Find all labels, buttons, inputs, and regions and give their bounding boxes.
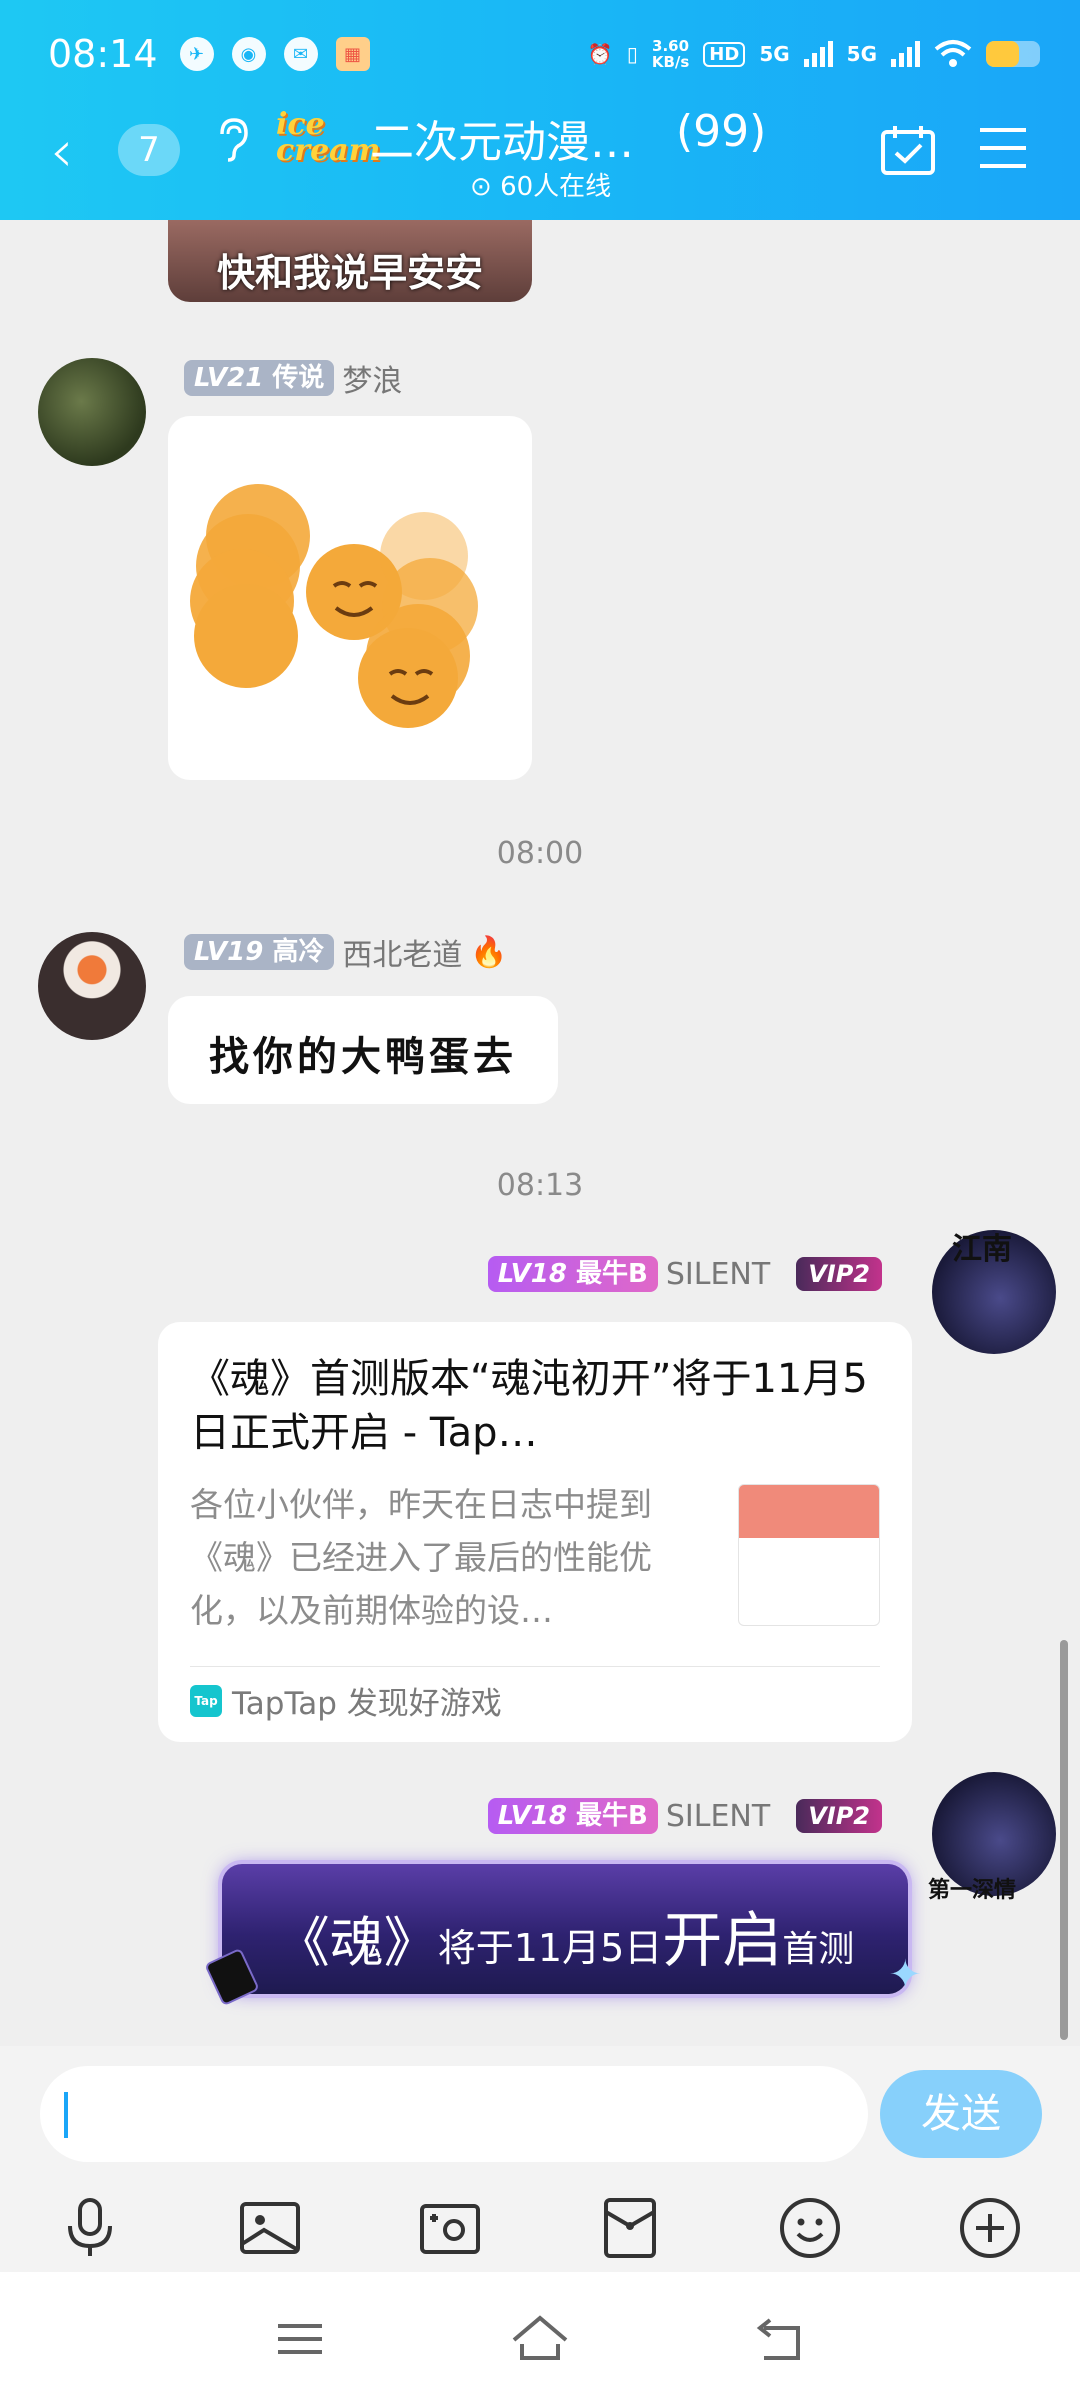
message-input[interactable] xyxy=(40,2066,868,2162)
card-title: 《魂》首测版本“魂沌初开”将于11月5日正式开启 - Tap… xyxy=(190,1356,868,1456)
card-source: Tap TapTap 发现好游戏 xyxy=(190,1678,502,1723)
app-icon: ▦ xyxy=(335,37,370,71)
input-bar: 发送 xyxy=(0,2046,1080,2272)
banner-text: 《魂》将于11月5日开启首测 xyxy=(275,1906,855,1976)
level-badge: LV21 传说 xyxy=(184,360,335,396)
link-card-message[interactable]: 《魂》首测版本“魂沌初开”将于11月5日正式开启 - Tap… 各位小伙伴，昨天… xyxy=(158,1322,912,1742)
sender-info: LV19 高冷 西北老道 🔥 xyxy=(184,930,508,974)
notification-icons: ✈ ◉ ✉ ▦ xyxy=(179,37,370,71)
wechat-icon: ✉ xyxy=(283,37,318,71)
hd-icon: HD xyxy=(703,41,746,67)
sender-name[interactable]: SILENT xyxy=(666,1799,770,1834)
camera-icon[interactable] xyxy=(418,2196,482,2260)
text-caret xyxy=(64,2092,68,2138)
sender-name[interactable]: 西北老道 xyxy=(342,930,462,974)
level-badge: LV19 高冷 xyxy=(184,934,335,970)
fire-icon: 🔥 xyxy=(470,934,508,970)
back-nav-icon[interactable] xyxy=(750,2314,810,2364)
sticker-message[interactable] xyxy=(168,416,532,780)
emoji-sticker-image xyxy=(190,484,478,728)
level-badge: LV18 最牛B xyxy=(487,1798,658,1834)
emoji-icon[interactable] xyxy=(778,2196,842,2260)
signal-5g-2: 5G xyxy=(846,42,877,66)
signal-bars-1-icon xyxy=(803,41,833,67)
recent-apps-icon[interactable] xyxy=(270,2314,330,2364)
sender-info: LV21 传说 梦浪 xyxy=(184,356,402,400)
system-navigation-bar xyxy=(0,2272,1080,2400)
message-list[interactable]: 快和我说早安安 LV21 传说 梦浪 08:00 LV19 高冷 西北老道 🔥 … xyxy=(0,220,1080,2046)
unread-badge[interactable]: 7 xyxy=(118,124,180,176)
alarm-icon: ⏰ xyxy=(587,42,613,66)
ear-icon[interactable] xyxy=(216,118,250,172)
wifi-icon xyxy=(934,40,972,67)
menu-icon[interactable] xyxy=(978,126,1028,170)
compass-icon: ✈ xyxy=(179,37,214,71)
plus-icon[interactable] xyxy=(958,2196,1022,2260)
image-icon[interactable] xyxy=(238,2196,302,2260)
calendar-check-icon[interactable] xyxy=(880,124,936,176)
message-text: 找你的大鸭蛋去 xyxy=(209,1033,517,1080)
online-count[interactable]: ⊙ 60人在线 xyxy=(470,166,611,203)
chat-header: 08:14 ✈ ◉ ✉ ▦ ⏰ ▯ 3.60 KB/s HD 5G 5G ‹ 7 … xyxy=(0,0,1080,220)
scrollbar[interactable] xyxy=(1060,1640,1068,2040)
status-time: 08:14 xyxy=(48,32,158,76)
send-button[interactable]: 发送 xyxy=(880,2070,1042,2158)
avatar[interactable] xyxy=(38,932,146,1040)
sender-info: LV18 最牛B SILENT VIP2 xyxy=(487,1798,882,1834)
avatar-text: 第一深情 xyxy=(928,1877,1017,1903)
mic-icon[interactable] xyxy=(58,2196,122,2260)
vip-badge: VIP2 xyxy=(796,1257,882,1291)
my-avatar[interactable]: 江南 xyxy=(932,1230,1056,1354)
my-avatar[interactable]: 第一深情 xyxy=(928,1772,1056,1903)
timestamp: 08:00 xyxy=(496,836,584,871)
avatar[interactable] xyxy=(38,358,146,466)
check-circle-icon: ⊙ xyxy=(470,172,492,202)
text-message[interactable]: 找你的大鸭蛋去 xyxy=(168,996,558,1104)
title-bar: ‹ 7 ice cream 二次元动漫… (99) ⊙ 60人在线 xyxy=(0,100,1080,210)
taptap-icon: Tap xyxy=(190,1684,222,1717)
system-indicators: ⏰ ▯ 3.60 KB/s HD 5G 5G xyxy=(588,38,1040,70)
timestamp: 08:13 xyxy=(496,1168,584,1203)
back-button[interactable]: ‹ xyxy=(50,122,73,180)
card-divider xyxy=(190,1666,880,1667)
home-icon[interactable] xyxy=(510,2314,570,2364)
battery-icon xyxy=(986,41,1040,67)
sticker-caption: 快和我说早安安 xyxy=(216,251,483,295)
status-bar: 08:14 ✈ ◉ ✉ ▦ ⏰ ▯ 3.60 KB/s HD 5G 5G xyxy=(48,28,1040,80)
signal-5g-1: 5G xyxy=(759,42,790,66)
red-packet-icon[interactable] xyxy=(598,2196,662,2260)
vibrate-icon: ▯ xyxy=(626,42,638,66)
sender-name[interactable]: 梦浪 xyxy=(342,356,402,400)
signal-bars-2-icon xyxy=(891,41,920,67)
avatar-text: 江南 xyxy=(952,1232,1012,1267)
crystal-decoration-icon: ✦ xyxy=(888,1952,922,1998)
level-badge: LV18 最牛B xyxy=(487,1256,658,1292)
top-sticker[interactable]: 快和我说早安安 xyxy=(168,220,532,302)
group-count: (99) xyxy=(676,106,767,157)
group-title[interactable]: 二次元动漫… xyxy=(370,106,634,170)
sender-name[interactable]: SILENT xyxy=(666,1257,770,1292)
card-description: 各位小伙伴，昨天在日志中提到《魂》已经进入了最后的性能优化，以及前期体验的设… xyxy=(190,1485,652,1630)
weibo-icon: ◉ xyxy=(231,37,266,71)
banner-message[interactable]: 《魂》将于11月5日开启首测 ✦ xyxy=(204,1864,922,2007)
group-logo: ice cream xyxy=(276,107,381,168)
input-toolbar xyxy=(0,2196,1080,2266)
card-thumbnail xyxy=(738,1484,880,1626)
vip-badge: VIP2 xyxy=(796,1799,882,1833)
net-speed: 3.60 KB/s xyxy=(651,37,690,71)
sender-info: LV18 最牛B SILENT VIP2 xyxy=(487,1256,882,1292)
